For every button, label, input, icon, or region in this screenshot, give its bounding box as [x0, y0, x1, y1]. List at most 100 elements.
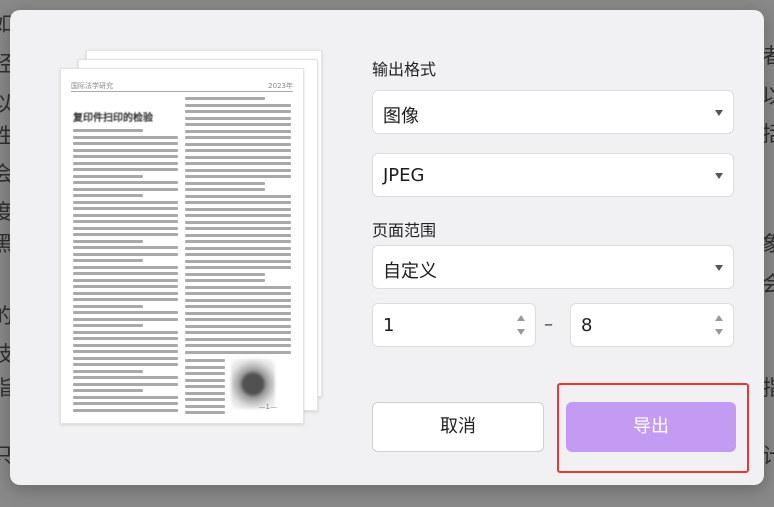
- preview-text-line: [185, 175, 291, 178]
- preview-text-line: [73, 265, 178, 269]
- decrement-down-icon[interactable]: [517, 329, 525, 335]
- range-to-input[interactable]: 8: [570, 303, 734, 347]
- preview-text-line: [185, 136, 291, 139]
- page-preview: 国际法学研究 2023年 复印件扫印的检验 —1—: [58, 50, 348, 440]
- preview-text-line: [73, 408, 178, 412]
- preview-text-line: [185, 181, 265, 185]
- increment-up-icon[interactable]: [517, 315, 525, 321]
- preview-text-line: [185, 298, 291, 302]
- preview-text-line: [185, 240, 291, 243]
- preview-figure: [231, 359, 275, 409]
- preview-text-line: [73, 337, 178, 340]
- chevron-down-icon: [715, 173, 723, 179]
- preview-text-line: [73, 161, 178, 165]
- preview-text-line: [185, 129, 291, 133]
- preview-text-line: [73, 239, 143, 243]
- preview-text-line: [73, 382, 178, 386]
- preview-text-line: [185, 331, 291, 334]
- chevron-down-icon: [715, 110, 723, 116]
- preview-page-number: —1—: [258, 403, 277, 411]
- preview-text-line: [73, 246, 178, 249]
- preview-text-line: [73, 350, 178, 353]
- preview-text-line: [73, 278, 178, 282]
- preview-header-left: 国际法学研究: [71, 82, 113, 90]
- preview-text-line: [73, 220, 178, 223]
- cancel-button[interactable]: 取消: [372, 402, 544, 452]
- preview-text-line: [73, 304, 143, 308]
- range-from-input[interactable]: 1: [372, 303, 536, 347]
- preview-text-line: [73, 181, 178, 184]
- preview-text-line: [185, 207, 291, 211]
- page-range-select[interactable]: 自定义: [372, 245, 734, 289]
- preview-text-line: [185, 266, 291, 269]
- preview-text-line: [73, 324, 143, 327]
- preview-text-line: [185, 123, 291, 126]
- preview-text-line: [185, 372, 225, 375]
- preview-text-line: [73, 226, 178, 230]
- preview-text-line: [185, 311, 291, 315]
- preview-text-line: [185, 279, 265, 282]
- preview-text-line: [185, 168, 291, 172]
- preview-text-line: [73, 148, 178, 152]
- preview-text-line: [73, 174, 143, 178]
- preview-text-line: [73, 142, 178, 145]
- increment-up-icon[interactable]: [715, 315, 723, 321]
- preview-text-line: [73, 389, 143, 392]
- preview-text-line: [73, 376, 178, 379]
- preview-title: 复印件扫印的检验: [73, 113, 153, 124]
- preview-text-line: [73, 200, 178, 204]
- preview-text-line: [185, 214, 291, 217]
- preview-text-line: [73, 168, 178, 171]
- image-format-value: JPEG: [383, 165, 425, 186]
- preview-text-line: [185, 344, 291, 347]
- preview-text-line: [185, 285, 291, 289]
- preview-text-line: [185, 385, 225, 388]
- highlight-box: [557, 383, 749, 473]
- format-type-select[interactable]: 图像: [372, 90, 734, 134]
- range-to-value: 8: [581, 315, 593, 336]
- image-format-select[interactable]: JPEG: [372, 153, 734, 197]
- preview-text-line: [185, 233, 291, 237]
- preview-text-line: [73, 259, 143, 262]
- preview-text-line: [185, 391, 225, 395]
- preview-text-line: [185, 116, 291, 120]
- preview-text-line: [73, 233, 178, 236]
- preview-text-line: [185, 201, 291, 204]
- preview-text-line: [185, 365, 225, 369]
- preview-text-line: [185, 227, 291, 230]
- preview-page-front: 国际法学研究 2023年 复印件扫印的检验 —1—: [60, 68, 304, 424]
- preview-text-line: [185, 259, 291, 263]
- preview-text-line: [185, 378, 225, 382]
- preview-text-line: [73, 135, 178, 139]
- preview-text-line: [185, 337, 291, 341]
- preview-text-line: [73, 402, 178, 405]
- preview-text-line: [73, 311, 178, 314]
- preview-text-line: [185, 272, 265, 276]
- preview-text-line: [73, 252, 178, 256]
- preview-text-line: [73, 343, 178, 347]
- preview-text-line: [73, 194, 143, 197]
- page-range-value: 自定义: [383, 261, 437, 282]
- preview-text-line: [73, 207, 178, 210]
- preview-text-line: [73, 356, 178, 360]
- range-from-value: 1: [383, 315, 395, 336]
- preview-text-line: [185, 155, 291, 159]
- page-range-label: 页面范围: [372, 221, 437, 240]
- preview-text-line: [185, 292, 291, 295]
- preview-text-line: [185, 110, 291, 113]
- preview-text-line: [73, 187, 178, 191]
- preview-text-line: [185, 246, 291, 250]
- preview-text-line: [185, 142, 291, 146]
- preview-text-line: [73, 363, 178, 366]
- preview-text-line: [185, 220, 291, 224]
- preview-text-line: [73, 317, 178, 321]
- preview-header-rule: [71, 91, 293, 92]
- preview-text-line: [185, 350, 291, 354]
- preview-text-line: [73, 291, 178, 295]
- chevron-down-icon: [715, 265, 723, 271]
- preview-text-line: [73, 155, 178, 158]
- preview-text-line: [73, 298, 178, 301]
- preview-text-line: [73, 285, 178, 288]
- preview-text-line: [73, 369, 143, 373]
- decrement-down-icon[interactable]: [715, 329, 723, 335]
